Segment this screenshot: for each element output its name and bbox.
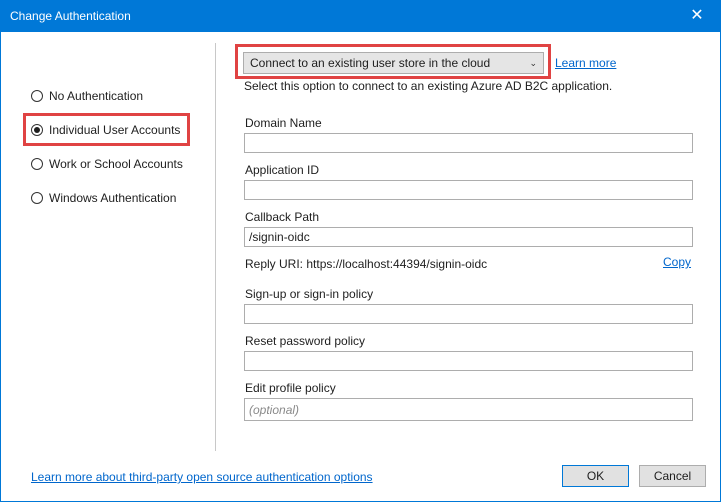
radio-label: No Authentication [49, 89, 144, 103]
signup-policy-label: Sign-up or sign-in policy [245, 287, 374, 301]
change-authentication-dialog: Change Authentication ✕ No Authenticatio… [0, 0, 721, 502]
application-id-label: Application ID [245, 163, 320, 177]
dialog-title: Change Authentication [10, 9, 131, 23]
reply-uri-text: Reply URI: https://localhost:44394/signi… [245, 257, 488, 271]
copy-link[interactable]: Copy [663, 255, 691, 269]
radio-circle-icon [31, 158, 43, 170]
cancel-button[interactable]: Cancel [639, 465, 706, 487]
third-party-auth-link[interactable]: Learn more about third-party open source… [31, 470, 373, 484]
radio-circle-icon [31, 90, 43, 102]
application-id-input[interactable] [244, 180, 693, 200]
vertical-divider [215, 43, 216, 451]
radio-windows-authentication[interactable]: Windows Authentication [31, 188, 176, 208]
title-bar: Change Authentication ✕ [1, 1, 720, 32]
callback-path-label: Callback Path [245, 210, 320, 224]
domain-name-input[interactable] [244, 133, 693, 153]
highlight-box-dropdown [235, 44, 551, 79]
reset-policy-input[interactable] [244, 351, 693, 371]
radio-label: Windows Authentication [49, 191, 177, 205]
callback-path-input[interactable] [244, 227, 693, 247]
store-description: Select this option to connect to an exis… [244, 79, 613, 93]
close-icon[interactable]: ✕ [674, 1, 720, 32]
signup-policy-input[interactable] [244, 304, 693, 324]
reset-policy-label: Reset password policy [245, 334, 366, 348]
edit-profile-policy-input[interactable] [244, 398, 693, 421]
ok-button[interactable]: OK [562, 465, 629, 487]
edit-profile-policy-label: Edit profile policy [245, 381, 336, 395]
radio-label: Work or School Accounts [49, 157, 183, 171]
highlight-box-selected-option [23, 113, 190, 146]
domain-name-label: Domain Name [245, 116, 322, 130]
radio-work-or-school-accounts[interactable]: Work or School Accounts [31, 154, 183, 174]
learn-more-link[interactable]: Learn more [555, 56, 616, 70]
radio-circle-icon [31, 192, 43, 204]
radio-no-authentication[interactable]: No Authentication [31, 86, 143, 106]
